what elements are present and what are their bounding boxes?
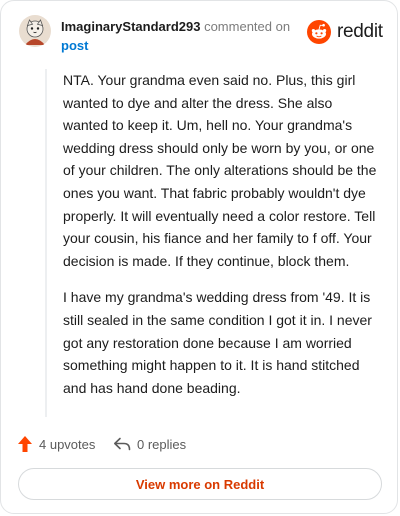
comment-body: NTA. Your grandma even said no. Plus, th… — [45, 69, 381, 417]
reddit-logo[interactable]: reddit — [307, 19, 383, 44]
upvote-arrow-icon — [18, 436, 32, 452]
action-text: commented on — [204, 19, 291, 34]
reddit-wordmark: reddit — [337, 21, 383, 42]
reply-count: 0 replies — [137, 436, 187, 452]
comment-paragraph-1: NTA. Your grandma even said no. Plus, th… — [63, 72, 377, 269]
reply-button[interactable]: 0 replies — [113, 433, 186, 455]
comment-meta: ImaginaryStandard293 commented on post — [61, 17, 290, 55]
upvote-button[interactable]: 4 upvotes — [17, 433, 95, 455]
reddit-logo-icon — [307, 20, 331, 44]
view-more-button[interactable]: View more on Reddit — [18, 468, 382, 500]
avatar[interactable] — [19, 15, 51, 47]
username[interactable]: ImaginaryStandard293 — [61, 19, 200, 34]
comment-header: ImaginaryStandard293 commented on post r… — [19, 15, 383, 55]
comment-paragraph-2: I have my grandma's wedding dress from '… — [63, 289, 372, 396]
post-link[interactable]: post — [61, 36, 290, 55]
upvote-count: 4 upvotes — [39, 436, 96, 452]
reddit-comment-card: ImaginaryStandard293 commented on post r… — [0, 0, 398, 514]
reply-icon — [114, 437, 131, 451]
